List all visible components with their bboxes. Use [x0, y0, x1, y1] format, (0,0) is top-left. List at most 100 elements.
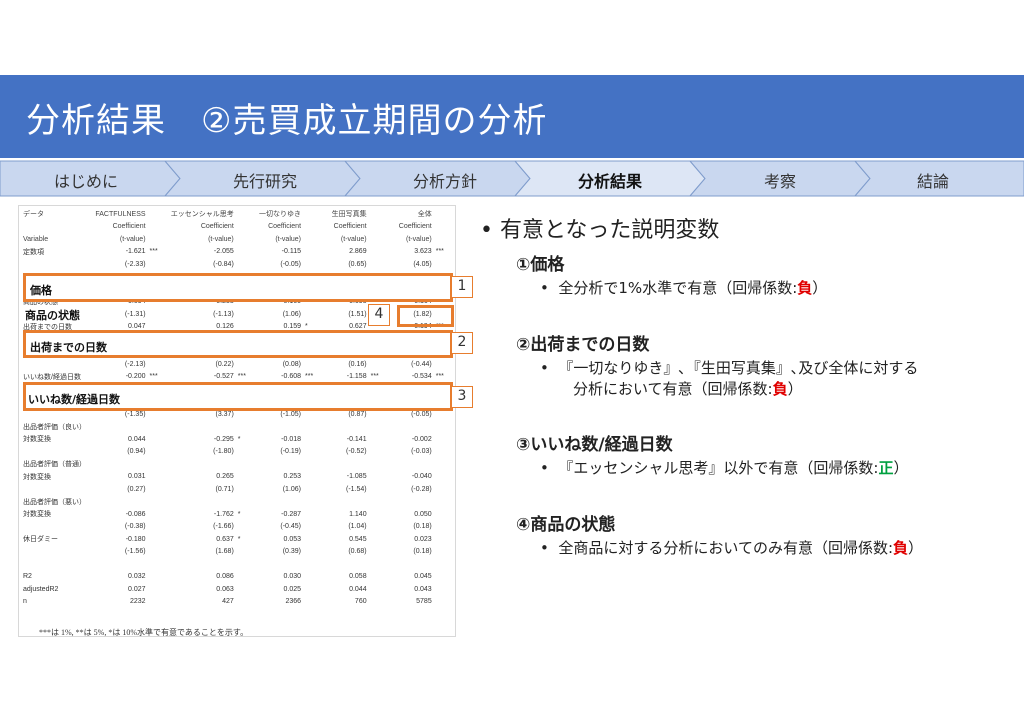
significance-cell	[434, 221, 455, 234]
nav-item-method[interactable]: 分析方針	[385, 168, 505, 192]
coefficient-cell: (0.65)	[348, 260, 367, 268]
nav-item-conclusion[interactable]: 結論	[873, 168, 993, 192]
coefficient-cell: -0.287	[281, 510, 302, 518]
significance-cell	[434, 471, 455, 484]
table-row: (-0.38) (-1.66) (-0.45) (1.04) (0.18)	[21, 521, 455, 534]
coefficient-cell: (t-value)	[208, 235, 234, 243]
significance-cell	[148, 458, 169, 471]
row-label: n	[23, 598, 27, 606]
coefficient-cell: (-0.44)	[411, 360, 432, 368]
significance-cell	[369, 458, 390, 471]
coefficient-cell: 生田写真集	[331, 211, 367, 219]
row-label	[21, 546, 93, 559]
significance-cell	[369, 358, 390, 371]
coefficient-cell: 0.265	[216, 473, 234, 481]
row-label	[21, 521, 93, 534]
section-condition-item: • 全商品に対する分析においてのみ有意（回帰係数:負）	[540, 539, 924, 557]
table-row: 出品者評価（普通）	[21, 458, 455, 471]
significance-cell	[303, 308, 324, 321]
coefficient-cell: -1.762	[213, 510, 234, 518]
table-row: n 2232 427 2366 760 5785	[21, 596, 455, 609]
table-row: (-2.33) (-0.84) (-0.05) (0.65) (4.05)	[21, 258, 455, 271]
summary-heading-text: 有意となった説明変数	[499, 218, 720, 243]
highlight-price-label: 価格	[30, 282, 52, 298]
coefficient-cell: (0.71)	[215, 485, 234, 493]
coefficient-cell: -1.621	[125, 248, 146, 256]
coefficient-cell: -0.115	[281, 248, 302, 256]
significance-cell	[236, 558, 257, 571]
section-likes-title: ③いいね数/経過日数	[516, 435, 673, 455]
row-label	[21, 221, 93, 234]
coefficient-cell: 427	[222, 598, 234, 606]
significance-cell	[236, 496, 257, 509]
section-price-close: ）	[812, 279, 828, 297]
significance-cell	[434, 496, 455, 509]
row-label: データ	[23, 211, 44, 219]
coefficient-cell: (1.51)	[348, 310, 367, 318]
significance-cell	[434, 571, 455, 584]
row-label: 出品者評価（良い）	[23, 423, 86, 431]
significance-cell: *	[237, 535, 241, 543]
coefficient-cell: (-0.19)	[280, 448, 302, 456]
significance-cell	[236, 596, 257, 609]
significance-cell	[236, 421, 257, 434]
row-label: Variable	[23, 235, 49, 243]
coefficient-cell: エッセンシャル思考	[170, 211, 234, 219]
table-row: 対数変換 -0.086 -1.762 * -0.287 1.140 0.050	[21, 508, 455, 521]
coefficient-cell: -0.086	[125, 510, 146, 518]
row-label	[21, 558, 93, 571]
significance-cell	[303, 221, 324, 234]
section-shipping-item-line2: 分析において有意（回帰係数:負）	[573, 379, 803, 400]
coefficient-cell: 0.025	[283, 585, 302, 593]
section-price-sign: 負	[797, 279, 813, 297]
row-label: 定数項	[23, 248, 44, 256]
significance-cell	[148, 571, 169, 584]
coefficient-cell: (t-value)	[340, 235, 367, 243]
nav-item-intro[interactable]: はじめに	[26, 168, 146, 192]
section-price-title: ①価格	[516, 255, 565, 275]
coefficient-cell: (0.08)	[282, 360, 302, 368]
significance-cell	[434, 596, 455, 609]
significance-cell	[434, 358, 455, 371]
coefficient-cell: (0.94)	[127, 448, 146, 456]
nav-item-results[interactable]: 分析結果	[550, 168, 670, 192]
significance-cell	[303, 558, 324, 571]
table-header-row: データ FACTFULNESS エッセンシャル思考 一切なりゆき 生田写真集 全体	[21, 208, 455, 221]
nav-item-prior-research[interactable]: 先行研究	[205, 168, 325, 192]
coefficient-cell: (-1.56)	[124, 548, 146, 556]
coefficient-cell: (1.04)	[348, 523, 367, 531]
significance-cell	[369, 508, 390, 521]
coefficient-cell: 0.086	[216, 573, 234, 581]
significance-cell	[434, 233, 455, 246]
significance-cell	[148, 308, 169, 321]
row-label: 出品者評価（悪い）	[23, 498, 86, 506]
coefficient-cell: (4.05)	[413, 260, 432, 268]
highlight-likes-label: いいね数/経過日数	[28, 391, 121, 407]
coefficient-cell: (0.16)	[348, 360, 367, 368]
table-row: 対数変換 0.031 0.265 0.253 -1.085 -0.040	[21, 471, 455, 484]
table-row: (-1.56) (1.68) (0.39) (0.68) (0.18)	[21, 546, 455, 559]
coefficient-cell: (-2.33)	[124, 260, 146, 268]
significance-cell	[148, 546, 169, 559]
significance-cell	[236, 583, 257, 596]
coefficient-cell: 2.869	[349, 248, 367, 256]
coefficient-cell: (0.39)	[282, 548, 302, 556]
coefficient-cell: -0.180	[125, 535, 146, 543]
coefficient-cell: (-2.13)	[124, 360, 146, 368]
significance-cell	[369, 483, 390, 496]
coefficient-cell: Coefficient	[112, 223, 146, 231]
significance-cell: ***	[149, 248, 158, 256]
significance-cell	[236, 546, 257, 559]
coefficient-cell: -0.040	[411, 473, 432, 481]
significance-cell	[303, 521, 324, 534]
significance-cell	[303, 596, 324, 609]
coefficient-cell: (t-value)	[275, 235, 302, 243]
table-header-row: Coefficient Coefficient Coefficient Coeffic…	[21, 221, 455, 234]
nav-item-discussion[interactable]: 考察	[720, 168, 840, 192]
coefficient-cell: 2232	[129, 598, 146, 606]
section-shipping-line2: 分析において有意（回帰係数:	[573, 380, 773, 398]
significance-cell	[434, 546, 455, 559]
significance-cell	[369, 521, 390, 534]
significance-cell	[148, 233, 169, 246]
section-condition-title: ④商品の状態	[516, 515, 616, 535]
